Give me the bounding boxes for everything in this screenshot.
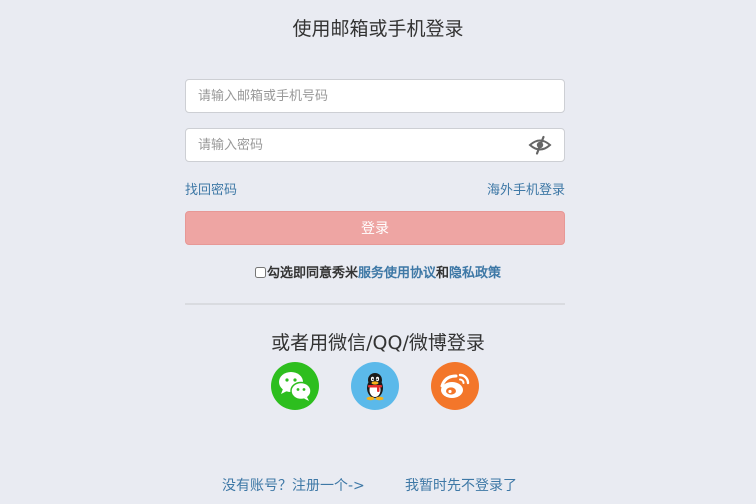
agreement-checkbox[interactable]	[254, 267, 266, 278]
qq-login-button[interactable]	[351, 362, 399, 410]
agreement-and-text: 和	[436, 266, 450, 281]
email-field[interactable]	[185, 79, 565, 113]
page-title: 使用邮箱或手机登录	[292, 18, 464, 40]
weibo-icon	[440, 373, 470, 398]
forgot-password-link[interactable]: 找回密码	[185, 179, 237, 198]
social-login-title: 或者用微信/QQ/微博登录	[271, 332, 485, 354]
wechat-login-button[interactable]	[271, 362, 319, 410]
skip-login-link[interactable]: 我暂时先不登录了	[405, 475, 517, 495]
login-button[interactable]: 登录	[185, 211, 565, 245]
agreement-row: 勾选即同意秀米服务使用协议和隐私政策	[0, 262, 756, 281]
agreement-text: 勾选即同意秀米	[266, 266, 358, 281]
wechat-icon	[279, 372, 312, 401]
overseas-login-link[interactable]: 海外手机登录	[487, 179, 565, 198]
password-field[interactable]	[185, 128, 565, 162]
privacy-policy-link[interactable]: 隐私政策	[449, 266, 501, 281]
divider	[185, 303, 565, 305]
weibo-login-button[interactable]	[431, 362, 479, 410]
terms-link[interactable]: 服务使用协议	[358, 266, 436, 281]
qq-penguin-icon	[366, 373, 384, 401]
register-link[interactable]: 没有账号？注册一个->	[222, 475, 365, 495]
eye-slash-icon[interactable]	[528, 135, 552, 155]
